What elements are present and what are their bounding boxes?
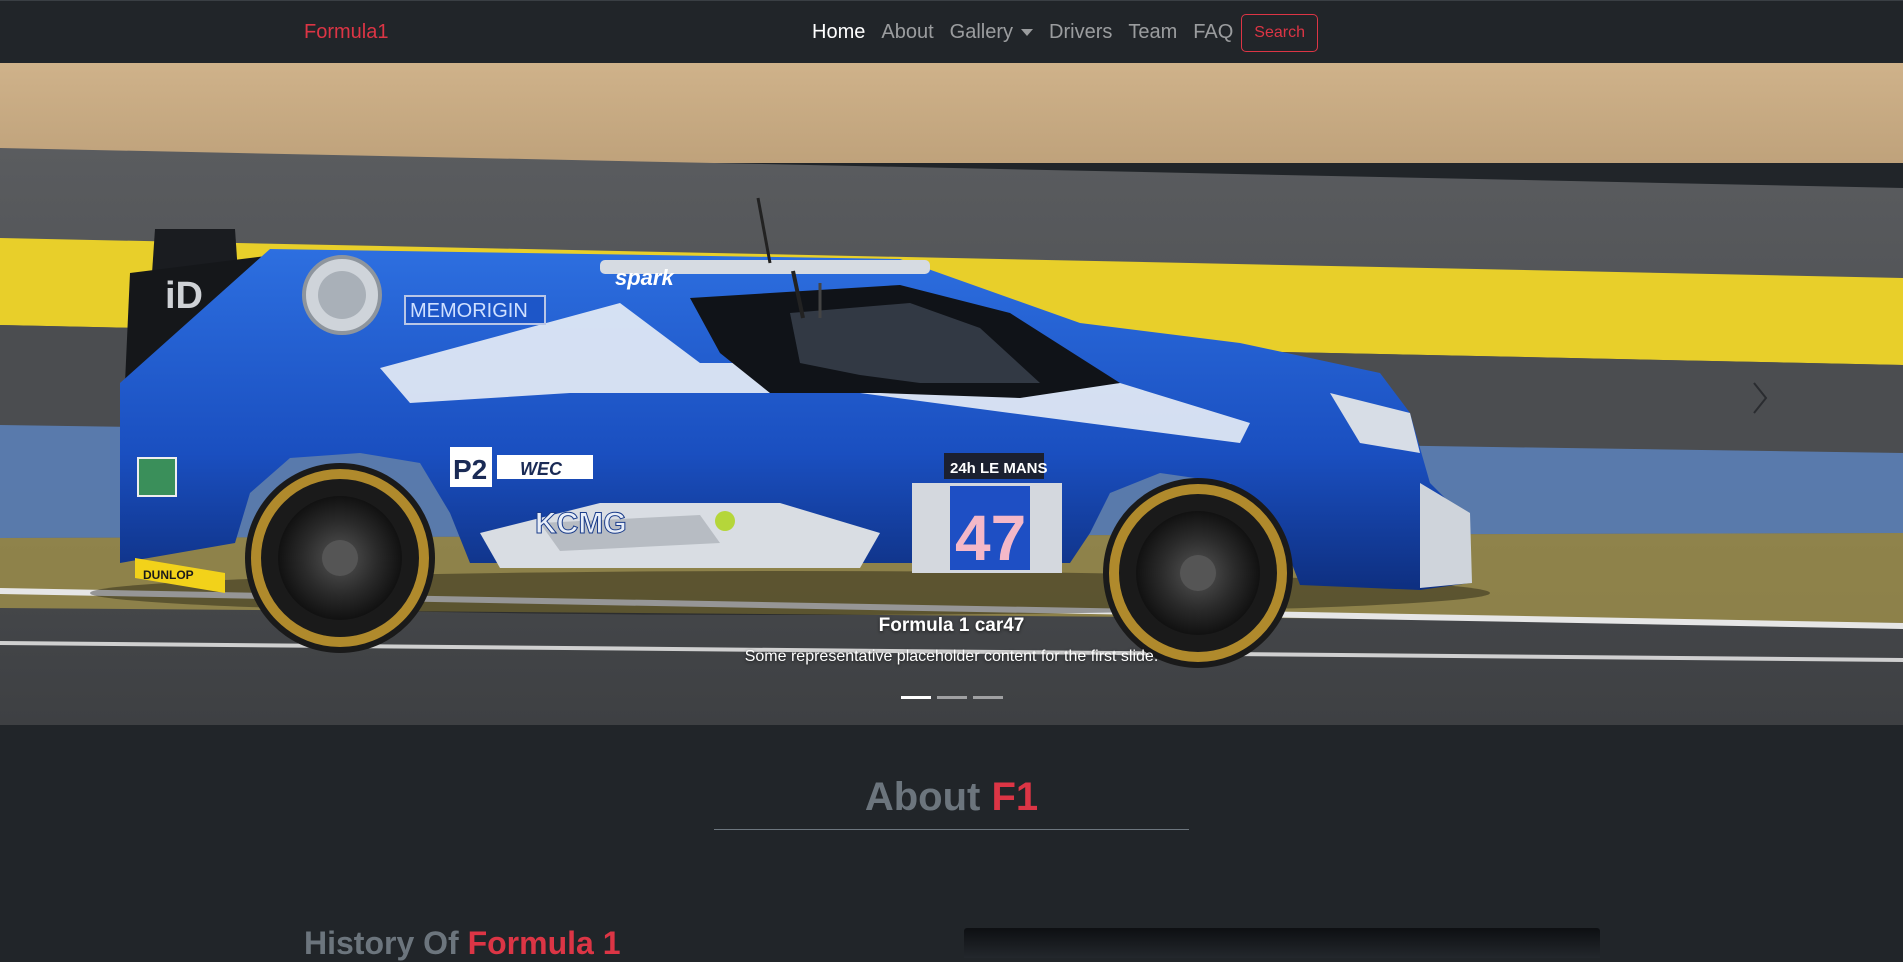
svg-text:P2: P2 — [453, 454, 487, 485]
carousel-next-control[interactable] — [1740, 368, 1780, 428]
search-button[interactable]: Search — [1241, 13, 1318, 52]
about-heading: About F1 — [0, 775, 1903, 820]
history-image — [964, 928, 1600, 958]
chevron-left-icon — [30, 381, 50, 415]
carousel-indicator-2[interactable] — [936, 696, 967, 699]
chevron-right-icon — [1753, 382, 1768, 414]
slide-caption-text: Some representative placeholder content … — [744, 648, 1159, 665]
history-heading-prefix: History Of — [304, 925, 459, 961]
carousel-indicators — [0, 696, 1903, 699]
about-divider — [714, 829, 1189, 830]
about-heading-accent: F1 — [991, 775, 1039, 819]
svg-text:24h LE MANS: 24h LE MANS — [950, 460, 1048, 477]
nav-gallery-dropdown[interactable]: Gallery — [942, 21, 1041, 44]
svg-text:iD: iD — [165, 275, 203, 317]
nav-faq[interactable]: FAQ — [1185, 21, 1241, 44]
sand-area — [0, 63, 1903, 163]
nav-gallery-label: Gallery — [949, 21, 1014, 43]
caret-down-icon — [1021, 29, 1034, 37]
about-heading-prefix: About — [864, 775, 981, 819]
svg-text:spark: spark — [615, 265, 675, 290]
nav-about[interactable]: About — [873, 21, 941, 44]
nav-drivers[interactable]: Drivers — [1041, 21, 1120, 44]
navbar: Formula1 Home About Gallery Drivers Team… — [0, 0, 1903, 63]
history-heading-accent: Formula 1 — [467, 925, 621, 961]
svg-text:KCMG: KCMG — [535, 507, 627, 540]
svg-text:MEMORIGIN: MEMORIGIN — [410, 300, 528, 322]
brand-logo[interactable]: Formula1 — [304, 21, 388, 44]
svg-text:47: 47 — [955, 502, 1026, 574]
svg-text:WEC: WEC — [520, 459, 563, 479]
nav-team[interactable]: Team — [1120, 21, 1185, 44]
carousel-indicator-1[interactable] — [900, 696, 931, 699]
nav-links: Home About Gallery Drivers Team FAQ Sear… — [804, 1, 1318, 64]
hero-carousel: iD MEMORIGIN spark P2 WEC KCMG 24h LE MA… — [0, 63, 1903, 725]
about-section: About F1 History Of Formula 1 — [0, 725, 1903, 961]
carousel-indicator-3[interactable] — [972, 696, 1003, 699]
svg-text:DUNLOP: DUNLOP — [143, 568, 194, 582]
slide-caption-title: Formula 1 car47 — [878, 615, 1025, 636]
nav-home[interactable]: Home — [804, 21, 873, 44]
